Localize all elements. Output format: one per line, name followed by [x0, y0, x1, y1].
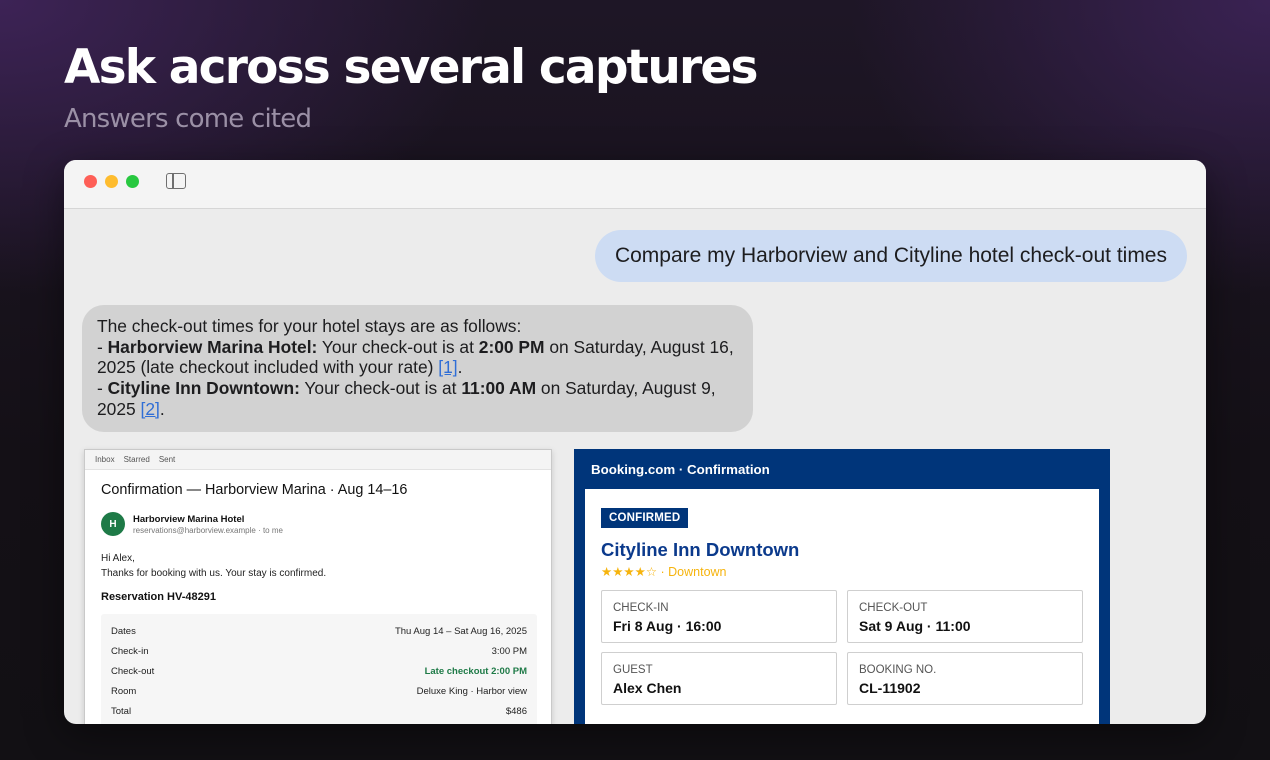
info-value: CL-11902: [859, 680, 921, 696]
sender-address: reservations@harborview.example · to me: [133, 526, 283, 535]
assistant-message-bubble: The check-out times for your hotel stays…: [82, 305, 753, 432]
hotel-name: Cityline Inn Downtown: [601, 539, 800, 560]
guest-box: GUEST Alex Chen: [601, 652, 837, 705]
table-row: Total $486: [111, 701, 527, 721]
reservation-table: Dates Thu Aug 14 – Sat Aug 16, 2025 Chec…: [101, 614, 537, 724]
booking-number-box: BOOKING NO. CL-11902: [847, 652, 1083, 705]
email-capture-card[interactable]: Inbox Starred Sent Confirmation — Harbor…: [84, 449, 552, 724]
email-nav-inbox[interactable]: Inbox: [95, 455, 115, 464]
email-nav-bar: Inbox Starred Sent: [85, 450, 551, 470]
hero-subtitle: Answers come cited: [64, 104, 312, 134]
assistant-intro: The check-out times for your hotel stays…: [97, 316, 522, 336]
table-row: Check-in 3:00 PM: [111, 641, 527, 661]
assistant-item1-hotel: Harborview Marina Hotel:: [107, 336, 318, 357]
info-label: GUEST: [613, 664, 653, 676]
row-value: Thu Aug 14 – Sat Aug 16, 2025: [394, 625, 527, 637]
row-label: Dates: [111, 625, 136, 637]
app-window: Compare my Harborview and Cityline hotel…: [64, 160, 1206, 724]
email-greeting: Hi Alex,: [101, 553, 135, 564]
email-subject: Confirmation — Harborview Marina · Aug 1…: [101, 482, 408, 498]
table-row: Dates Thu Aug 14 – Sat Aug 16, 2025: [111, 621, 527, 641]
hero-title: Ask across several captures: [64, 40, 758, 95]
sender-name: Harborview Marina Hotel: [133, 514, 245, 525]
user-message-bubble: Compare my Harborview and Cityline hotel…: [594, 230, 1187, 282]
title-bar: [64, 160, 1206, 209]
zoom-window-button[interactable]: [126, 175, 139, 188]
row-label: Room: [111, 685, 137, 697]
booking-header: Booking.com · Confirmation: [591, 462, 770, 477]
assistant-item2-time: 11:00 AM: [461, 378, 537, 399]
star-rating: ★★★★☆ · Downtown: [601, 565, 727, 579]
assistant-item1-end: .: [457, 357, 463, 378]
info-label: CHECK-OUT: [859, 602, 928, 614]
sidebar-toggle-icon[interactable]: [166, 173, 186, 189]
row-value: Deluxe King · Harbor view: [416, 685, 527, 697]
close-window-button[interactable]: [84, 175, 97, 188]
assistant-item2-prefix: -: [97, 378, 108, 399]
booking-details-panel: CONFIRMED Cityline Inn Downtown ★★★★☆ · …: [585, 489, 1099, 724]
row-value: 3:00 PM: [491, 645, 527, 657]
info-value: Alex Chen: [613, 680, 682, 696]
check-in-box: CHECK-IN Fri 8 Aug · 16:00: [601, 590, 837, 643]
info-value: Fri 8 Aug · 16:00: [613, 618, 722, 634]
sender-avatar: H: [101, 512, 125, 536]
minimize-window-button[interactable]: [105, 175, 118, 188]
row-value: $486: [505, 705, 527, 717]
info-label: CHECK-IN: [613, 602, 669, 614]
assistant-item2-hotel: Cityline Inn Downtown:: [107, 378, 300, 399]
email-nav-sent[interactable]: Sent: [159, 455, 175, 464]
assistant-item1-time: 2:00 PM: [478, 336, 545, 357]
email-nav-starred[interactable]: Starred: [124, 455, 150, 464]
status-badge: CONFIRMED: [601, 508, 689, 528]
assistant-item1-prefix: -: [97, 336, 108, 357]
booking-capture-card[interactable]: Booking.com · Confirmation CONFIRMED Cit…: [574, 449, 1110, 724]
assistant-item1-text-a: Your check-out is at: [317, 336, 479, 357]
table-row: Room Deluxe King · Harbor view: [111, 681, 527, 701]
row-label: Check-out: [111, 665, 155, 677]
table-row: Check-out Late checkout 2:00 PM: [111, 661, 527, 681]
assistant-item2-text-a: Your check-out is at: [299, 378, 462, 399]
row-value-late-checkout: Late checkout 2:00 PM: [424, 665, 527, 677]
citation-link-2[interactable]: [2]: [141, 399, 160, 419]
info-label: BOOKING NO.: [859, 664, 937, 676]
reservation-number: Reservation HV-48291: [101, 591, 216, 603]
assistant-item2-end: .: [159, 398, 165, 419]
check-out-box: CHECK-OUT Sat 9 Aug · 11:00: [847, 590, 1083, 643]
info-value: Sat 9 Aug · 11:00: [859, 618, 971, 634]
citation-link-1[interactable]: [1]: [438, 357, 457, 377]
row-label: Total: [111, 705, 132, 717]
row-label: Check-in: [111, 645, 149, 657]
user-message-text: Compare my Harborview and Cityline hotel…: [614, 244, 1167, 267]
email-body-text: Thanks for booking with us. Your stay is…: [101, 568, 327, 579]
